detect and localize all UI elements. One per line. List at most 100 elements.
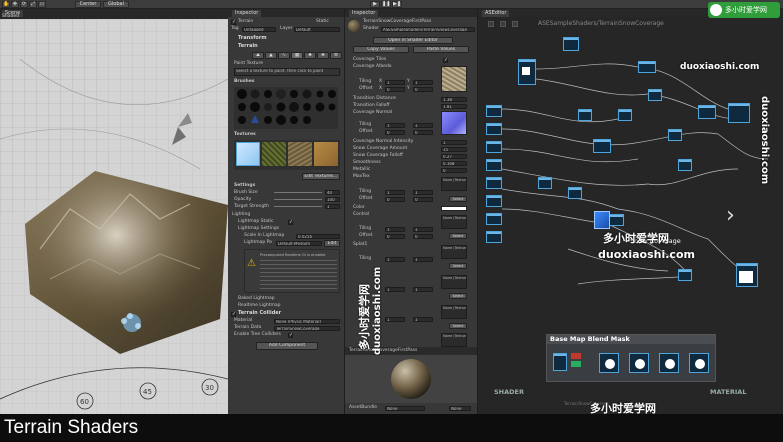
layer-dropdown[interactable]: Default xyxy=(294,27,340,32)
graph-node[interactable] xyxy=(638,61,656,73)
play-icon[interactable]: ▶ xyxy=(370,1,380,8)
paint-details-icon[interactable]: ❀ xyxy=(317,52,329,59)
splat1-tiling-x[interactable]: 1 xyxy=(385,257,405,262)
tag-dropdown[interactable]: Untagged xyxy=(242,27,276,32)
graph-node[interactable] xyxy=(486,213,502,225)
maxtex-tiling-y[interactable]: 1 xyxy=(413,190,433,195)
maxtex-slot[interactable]: None (Texture) xyxy=(441,177,467,191)
color-swatch[interactable] xyxy=(441,206,467,211)
coverage-normal-texture[interactable] xyxy=(441,111,467,135)
graph-node[interactable] xyxy=(486,159,502,171)
graph-node[interactable] xyxy=(678,269,692,281)
rect-tool-icon[interactable]: ▭ xyxy=(38,1,46,8)
coverage-albedo-texture[interactable] xyxy=(441,66,467,92)
offset-x-field[interactable]: 0 xyxy=(385,87,405,92)
raise-terrain-icon[interactable]: ⛰ xyxy=(252,52,264,59)
graph-node[interactable] xyxy=(553,353,567,371)
normal-tiling-x-field[interactable]: 1 xyxy=(385,123,405,128)
terrain-data-field[interactable]: TerrainSnowCoverage xyxy=(274,326,340,331)
opacity-field[interactable]: 100 xyxy=(325,197,340,202)
pause-icon[interactable]: ❚❚ xyxy=(381,1,391,8)
hand-tool-icon[interactable]: ✋ xyxy=(2,1,10,8)
terrain-collider-header[interactable]: Terrain Collider xyxy=(238,310,281,317)
shader-dropdown[interactable]: ASESampleShaders/TerrainSnowCoverage xyxy=(381,27,475,32)
smoothness-field[interactable]: 0.168 xyxy=(441,161,467,166)
asset-bundle-variant-dropdown[interactable]: None xyxy=(449,406,471,411)
smooth-height-icon[interactable]: ∿ xyxy=(278,52,290,59)
graph-node[interactable] xyxy=(618,109,632,121)
splat2-tiling-y[interactable]: 1 xyxy=(413,287,433,292)
add-component-button[interactable]: Add Component xyxy=(256,342,318,350)
brush-palette[interactable] xyxy=(234,87,338,129)
object-active-checkbox[interactable] xyxy=(231,19,236,25)
graph-node[interactable] xyxy=(678,159,692,171)
lightmap-edit-button[interactable]: Edit xyxy=(324,240,340,247)
graph-node[interactable] xyxy=(578,109,592,121)
scale-lightmap-field[interactable]: 0.0256 xyxy=(296,234,340,239)
graph-node[interactable] xyxy=(486,231,502,243)
graph-node[interactable] xyxy=(486,105,502,117)
normal-offset-y-field[interactable]: 0 xyxy=(413,130,433,135)
graph-node[interactable] xyxy=(486,123,502,135)
control-offset-y[interactable]: 0 xyxy=(413,234,433,239)
tab-inspector[interactable]: Inspector xyxy=(232,10,262,17)
graph-node[interactable] xyxy=(728,103,750,123)
normal-tiling-y-field[interactable]: 1 xyxy=(413,123,433,128)
paint-texture-icon[interactable]: ▦ xyxy=(291,52,303,59)
texture-slot-grass[interactable] xyxy=(262,142,286,166)
control-offset-x[interactable]: 0 xyxy=(385,234,405,239)
enable-trees-checkbox[interactable] xyxy=(288,332,293,338)
graph-node[interactable] xyxy=(486,177,502,189)
tab-inspector-material[interactable]: Inspector xyxy=(349,10,379,17)
offset-y-field[interactable]: 0 xyxy=(413,87,433,92)
base-map-group[interactable]: Base Map Blend Mask xyxy=(546,334,716,382)
splat4-slot[interactable]: None (Texture) xyxy=(441,333,467,347)
step-icon[interactable]: ▶❚ xyxy=(392,1,402,8)
green-channel-node[interactable] xyxy=(571,361,581,367)
splat2-slot[interactable]: None (Texture) xyxy=(441,275,467,289)
red-channel-node[interactable] xyxy=(571,353,581,359)
texture-slot-rock[interactable] xyxy=(288,142,312,166)
graph-node[interactable] xyxy=(659,353,679,373)
graph-node[interactable] xyxy=(599,353,619,373)
maxtex-select-button[interactable]: Select xyxy=(449,196,467,202)
control-tiling-y[interactable]: 1 xyxy=(413,227,433,232)
rotate-tool-icon[interactable]: ⟳ xyxy=(20,1,28,8)
chevron-right-icon[interactable]: › xyxy=(726,205,735,227)
baked-lightmap-foldout[interactable]: Baked Lightmap xyxy=(238,296,275,302)
physic-material-field[interactable]: None (Physic Material) xyxy=(274,319,340,324)
pivot-global-button[interactable]: Global xyxy=(103,1,129,8)
maxtex-tiling-x[interactable]: 1 xyxy=(385,190,405,195)
object-name[interactable]: Terrain xyxy=(238,19,253,25)
target-strength-field[interactable]: 1 xyxy=(325,204,340,209)
metallic-field[interactable]: 0 xyxy=(441,168,467,173)
graph-node[interactable] xyxy=(629,353,649,373)
graph-node[interactable] xyxy=(593,139,611,153)
terrain-header[interactable]: Terrain xyxy=(238,43,258,50)
splat1-tiling-y[interactable]: 1 xyxy=(413,257,433,262)
target-strength-slider[interactable] xyxy=(274,206,322,207)
pivot-center-button[interactable]: Center xyxy=(75,1,101,8)
control-tiling-x[interactable]: 1 xyxy=(385,227,405,232)
paint-height-icon[interactable]: ▲ xyxy=(265,52,277,59)
transform-header[interactable]: Transform xyxy=(238,35,267,42)
splat1-slot[interactable]: None (Texture) xyxy=(441,245,467,259)
material-preview[interactable] xyxy=(345,355,477,403)
graph-node[interactable] xyxy=(486,195,502,207)
splat3-select-button[interactable]: Select xyxy=(449,323,467,329)
copy-values-button[interactable]: Copy Values xyxy=(353,46,409,53)
maxtex-offset-x[interactable]: 0 xyxy=(385,197,405,202)
tiling-y-field[interactable]: 1 xyxy=(413,80,433,85)
graph-node[interactable] xyxy=(563,37,579,51)
tiling-x-field[interactable]: 1 xyxy=(385,80,405,85)
lightmap-static-checkbox[interactable] xyxy=(288,219,293,225)
texture-slot-snow[interactable] xyxy=(236,142,260,166)
transition-falloff-field[interactable]: 1.81 xyxy=(441,104,467,109)
splat3-slot[interactable]: None (Texture) xyxy=(441,305,467,319)
control-select-button[interactable]: Select xyxy=(449,233,467,239)
control-slot[interactable]: None (Texture) xyxy=(441,215,467,229)
snow-falloff-field[interactable]: 0.27 xyxy=(441,154,467,159)
realtime-lightmap-foldout[interactable]: Realtime Lightmap xyxy=(238,303,281,309)
splat2-tiling-x[interactable]: 1 xyxy=(385,287,405,292)
graph-node[interactable] xyxy=(698,105,716,119)
